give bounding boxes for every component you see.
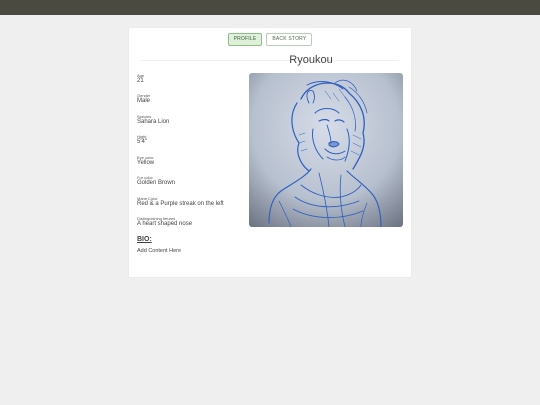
- field-value: Male: [137, 98, 151, 104]
- tab-profile[interactable]: PROFILE: [227, 33, 263, 46]
- field-height: Hight 5'4": [137, 134, 147, 146]
- field-value: Red & a Purple streak on the left: [137, 201, 224, 207]
- field-age: Age 21: [137, 73, 144, 85]
- tab-bar: PROFILE BACK STORY: [129, 33, 411, 46]
- field-value: Golden Brown: [137, 180, 176, 186]
- field-value: 21: [137, 78, 144, 84]
- field-eye-color: Eye color Yellow: [137, 155, 154, 167]
- field-value: A heart shaped nose: [137, 221, 193, 227]
- character-name: Ryoukou: [289, 54, 333, 66]
- character-portrait[interactable]: [249, 73, 403, 227]
- field-gender: Gender Male: [137, 93, 150, 105]
- field-species: Species Sahara Lion: [137, 114, 169, 126]
- profile-card: PROFILE BACK STORY Ryoukou Age 21 Gender…: [129, 28, 411, 277]
- lion-sketch-image: [249, 73, 403, 227]
- field-fur-color: Fur color Golden Brown: [137, 175, 175, 187]
- field-value: Yellow: [137, 160, 155, 166]
- field-mane-color: Mane Color Red & a Purple streak on the …: [137, 196, 224, 208]
- top-bar: [0, 0, 540, 15]
- bio-content: Add Content Here: [137, 248, 182, 254]
- field-distinguishing-features: Distinguishing fetures A heart shaped no…: [137, 216, 192, 228]
- tab-back-story[interactable]: BACK STORY: [266, 33, 313, 46]
- bio-heading: BIO:: [137, 236, 152, 243]
- field-value: 5'4": [137, 139, 147, 145]
- field-value: Sahara Lion: [137, 119, 170, 125]
